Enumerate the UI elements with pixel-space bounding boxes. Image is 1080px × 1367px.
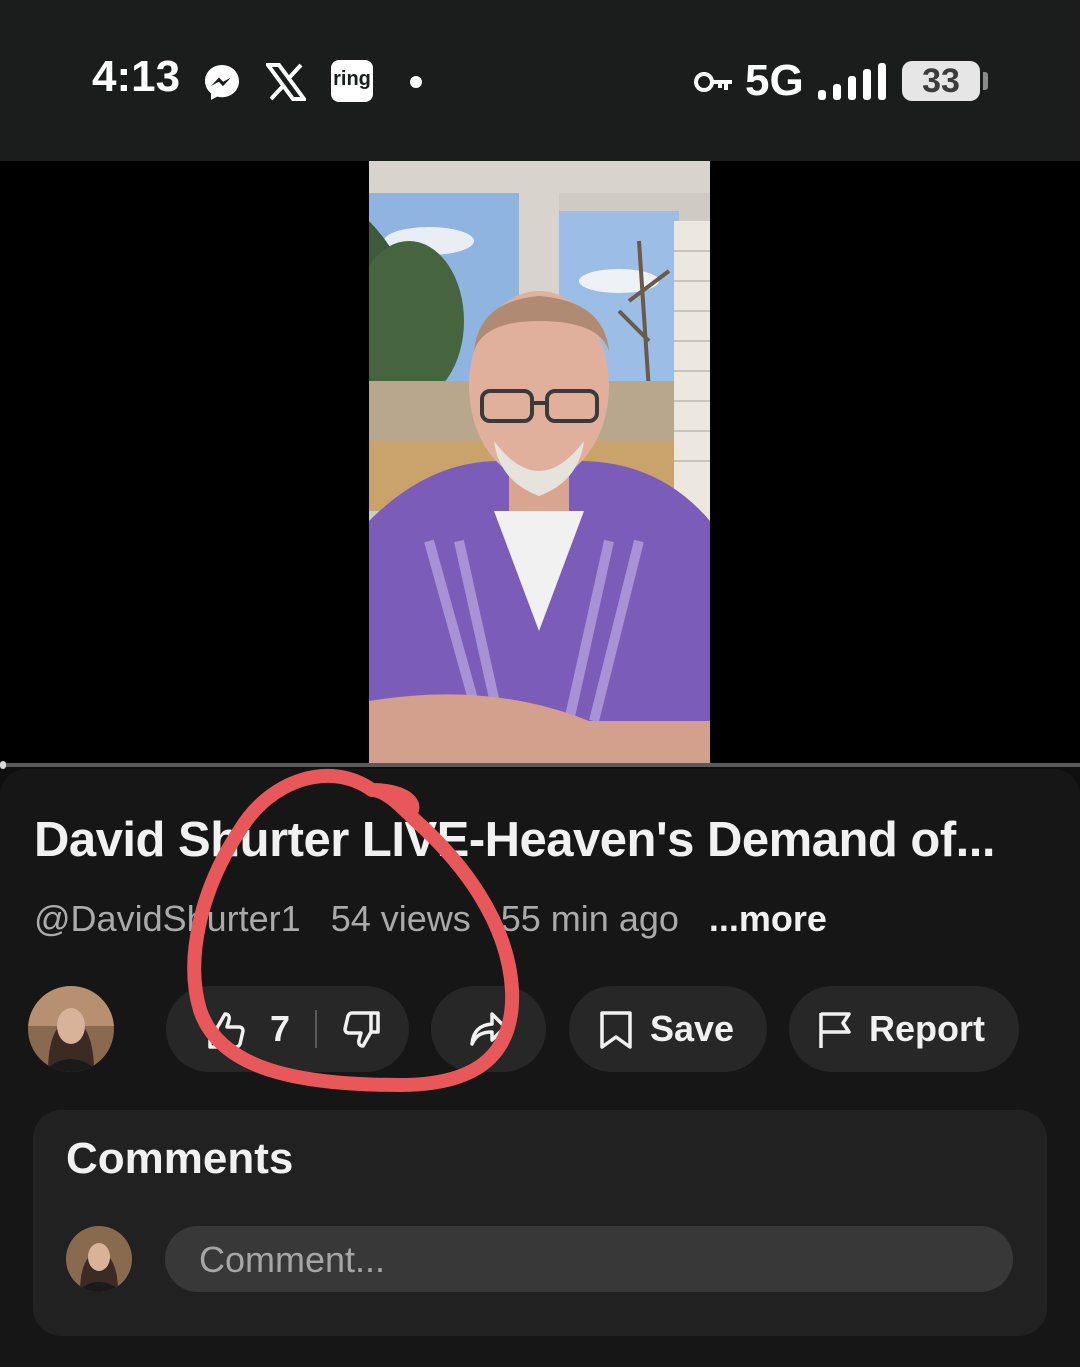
video-frame xyxy=(369,161,710,766)
upload-age: 55 min ago xyxy=(500,898,679,939)
view-count: 54 views xyxy=(330,898,471,939)
video-player[interactable] xyxy=(0,161,1080,766)
channel-avatar[interactable] xyxy=(28,986,114,1072)
thumbs-down-icon[interactable] xyxy=(342,1010,382,1050)
battery-cap xyxy=(983,72,988,90)
video-progress-bar[interactable] xyxy=(0,763,1080,767)
video-title[interactable]: David Shurter LIVE-Heaven's Demand of... xyxy=(34,812,1044,868)
ring-icon: ring xyxy=(331,60,373,102)
share-icon xyxy=(470,1012,507,1046)
report-label: Report xyxy=(869,1008,985,1049)
like-divider xyxy=(315,1010,317,1048)
more-link[interactable]: ...more xyxy=(709,898,827,939)
x-icon xyxy=(266,63,306,101)
user-avatar-image xyxy=(66,1226,132,1292)
like-dislike-pill: 7 xyxy=(166,986,409,1072)
video-meta: @DavidShurter1 54 views 55 min ago ...mo… xyxy=(34,898,847,940)
screen: 4:13 ring 5G 33 David Shurter LIVE-Heave… xyxy=(0,0,1080,1367)
video-progress-handle[interactable] xyxy=(0,761,6,769)
like-count: 7 xyxy=(270,1008,291,1049)
avatar-image xyxy=(28,986,114,1072)
user-avatar xyxy=(66,1226,132,1292)
save-label: Save xyxy=(650,1008,735,1049)
share-button[interactable] xyxy=(431,986,546,1072)
report-button[interactable]: Report xyxy=(789,986,1019,1072)
comment-placeholder: Comment... xyxy=(199,1239,386,1280)
save-button[interactable]: Save xyxy=(569,986,767,1072)
signal-icon xyxy=(818,63,886,100)
network-type: 5G xyxy=(745,56,804,105)
dot-icon xyxy=(410,76,422,88)
comments-title: Comments xyxy=(66,1134,294,1183)
status-bar: 4:13 ring 5G 33 xyxy=(0,0,1080,161)
channel-handle[interactable]: @DavidShurter1 xyxy=(34,898,301,939)
bookmark-icon xyxy=(600,1011,632,1049)
vpn-key-icon xyxy=(694,72,732,92)
video-thumbnail-image xyxy=(369,161,710,766)
messenger-icon xyxy=(205,65,239,100)
ring-label: ring xyxy=(333,68,371,90)
comment-input[interactable]: Comment... xyxy=(165,1226,1013,1292)
thumbs-up-icon[interactable] xyxy=(206,1010,246,1050)
battery-icon: 33 xyxy=(902,61,980,101)
status-time: 4:13 xyxy=(92,52,181,101)
flag-icon xyxy=(819,1012,851,1048)
